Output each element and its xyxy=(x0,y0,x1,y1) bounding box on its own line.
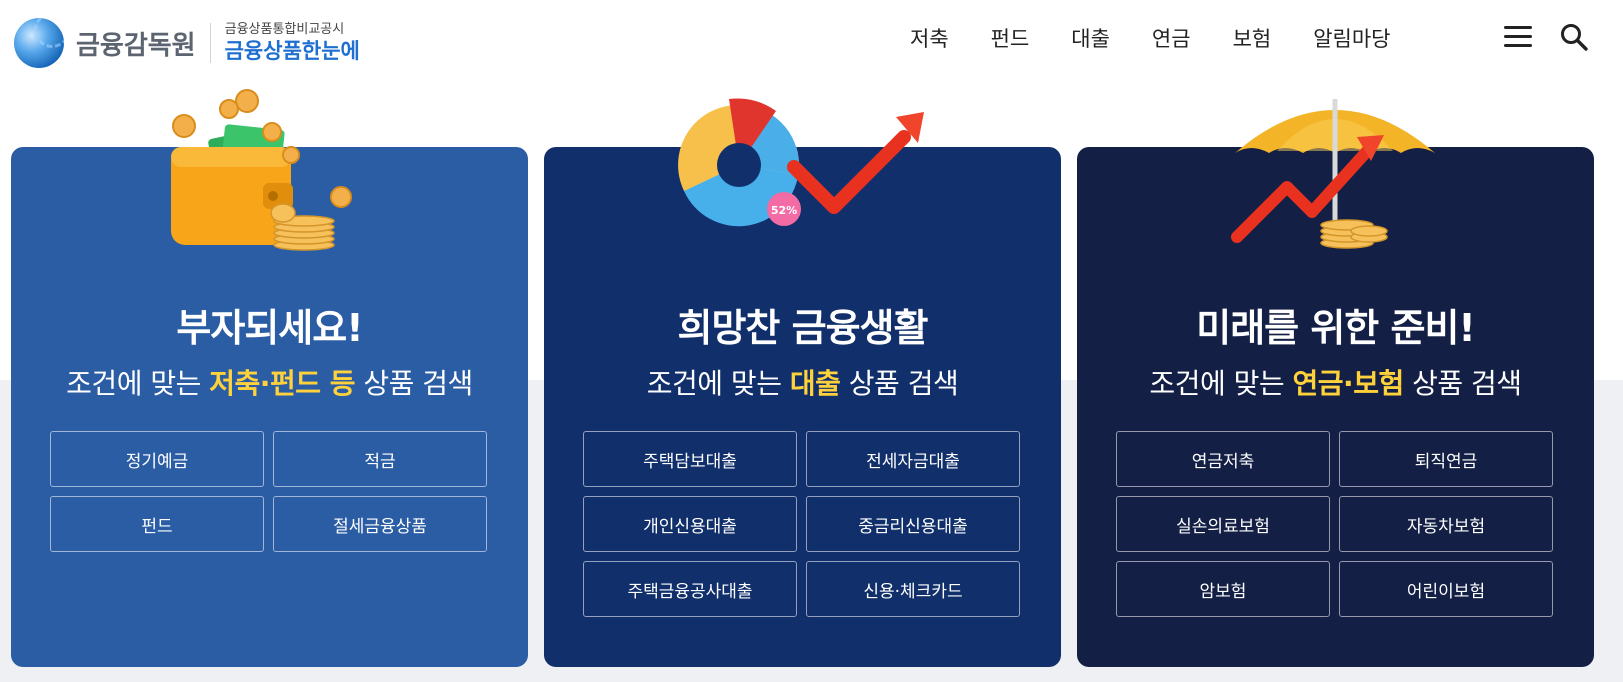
card-title: 희망찬 금융생활 xyxy=(677,306,929,350)
donut-chart-arrow-illustration: 52% xyxy=(678,98,924,227)
nav-item-savings[interactable]: 저축 xyxy=(910,22,949,56)
globe-logo-icon xyxy=(14,18,64,68)
jeonse-loan-button[interactable]: 전세자금대출 xyxy=(806,431,1020,487)
installment-savings-button[interactable]: 적금 xyxy=(273,431,487,487)
hamburger-menu-icon[interactable] xyxy=(1504,26,1532,48)
logo-divider xyxy=(209,23,211,63)
pension-insurance-card: 미래를 위한 준비! 조건에 맞는 연금·보험 상품 검색 연금저축 퇴직연금 … xyxy=(1077,99,1594,667)
search-icon[interactable] xyxy=(1559,22,1589,52)
card-title: 미래를 위한 준비! xyxy=(1196,306,1476,350)
loan-card: 52% 희망찬 금융생활 조건에 맞는 대출 상품 검색 주택담보대출 전세자금… xyxy=(544,98,1061,667)
subtitle-prefix: 조건에 맞는 xyxy=(66,367,201,400)
fund-button[interactable]: 펀드 xyxy=(50,496,264,552)
subtitle-prefix: 조건에 맞는 xyxy=(1149,367,1285,400)
site-header: 금융감독원 금융상품통합비교공시 금융상품한눈에 저축 펀드 대출 연금 보험 … xyxy=(0,0,1623,84)
subtitle-highlight: 대출 xyxy=(789,367,841,400)
subtitle-suffix: 상품 검색 xyxy=(1412,367,1522,400)
credit-check-card-button[interactable]: 신용·체크카드 xyxy=(806,561,1020,617)
time-deposit-button[interactable]: 정기예금 xyxy=(50,431,264,487)
page: 금융감독원 금융상품통합비교공시 금융상품한눈에 저축 펀드 대출 연금 보험 … xyxy=(0,0,1623,682)
mortgage-loan-button[interactable]: 주택담보대출 xyxy=(583,431,797,487)
subtitle-prefix: 조건에 맞는 xyxy=(646,367,782,400)
cancer-insurance-button[interactable]: 암보험 xyxy=(1116,561,1330,617)
org-name: 금융감독원 xyxy=(76,30,196,61)
mid-rate-credit-loan-button[interactable]: 중금리신용대출 xyxy=(806,496,1020,552)
card-subtitle: 조건에 맞는 저축·펀드 등 상품 검색 xyxy=(11,362,528,402)
pension-button-grid: 연금저축 퇴직연금 실손의료보험 자동차보험 암보험 어린이보험 xyxy=(1116,431,1555,617)
chart-badge: 52% xyxy=(771,204,797,217)
auto-insurance-button[interactable]: 자동차보험 xyxy=(1339,496,1553,552)
subtitle-highlight: 저축·펀드 등 xyxy=(209,367,355,400)
subtitle-suffix: 상품 검색 xyxy=(363,367,473,400)
personal-credit-loan-button[interactable]: 개인신용대출 xyxy=(583,496,797,552)
umbrella-coins-illustration xyxy=(1231,99,1435,249)
nav-item-insurance[interactable]: 보험 xyxy=(1233,22,1272,56)
nav-item-pension[interactable]: 연금 xyxy=(1152,22,1191,56)
nav-item-loan[interactable]: 대출 xyxy=(1071,22,1110,56)
site-logo[interactable]: 금융감독원 금융상품통합비교공시 금융상품한눈에 xyxy=(14,18,360,68)
wallet-coins-illustration xyxy=(171,89,352,251)
service-name: 금융상품통합비교공시 금융상품한눈에 xyxy=(224,22,360,63)
tax-saving-product-button[interactable]: 절세금융상품 xyxy=(273,496,487,552)
nav-item-fund[interactable]: 펀드 xyxy=(991,22,1030,56)
savings-fund-card: 부자되세요! 조건에 맞는 저축·펀드 등 상품 검색 정기예금 적금 펀드 절… xyxy=(11,89,528,667)
retirement-pension-button[interactable]: 퇴직연금 xyxy=(1339,431,1553,487)
savings-button-grid: 정기예금 적금 펀드 절세금융상품 xyxy=(50,431,489,552)
medical-insurance-button[interactable]: 실손의료보험 xyxy=(1116,496,1330,552)
main-nav: 저축 펀드 대출 연금 보험 알림마당 xyxy=(910,22,1432,56)
child-insurance-button[interactable]: 어린이보험 xyxy=(1339,561,1553,617)
card-subtitle: 조건에 맞는 대출 상품 검색 xyxy=(544,362,1061,402)
hf-loan-button[interactable]: 주택금융공사대출 xyxy=(583,561,797,617)
loan-button-grid: 주택담보대출 전세자금대출 개인신용대출 중금리신용대출 주택금융공사대출 신용… xyxy=(583,431,1022,617)
pension-savings-button[interactable]: 연금저축 xyxy=(1116,431,1330,487)
card-title: 부자되세요! xyxy=(176,306,363,350)
nav-item-notice[interactable]: 알림마당 xyxy=(1313,22,1390,56)
card-subtitle: 조건에 맞는 연금·보험 상품 검색 xyxy=(1077,362,1594,402)
subtitle-highlight: 연금·보험 xyxy=(1292,367,1405,400)
service-title: 금융상품한눈에 xyxy=(224,38,360,63)
service-subtitle: 금융상품통합비교공시 xyxy=(224,22,345,38)
subtitle-suffix: 상품 검색 xyxy=(848,367,959,400)
